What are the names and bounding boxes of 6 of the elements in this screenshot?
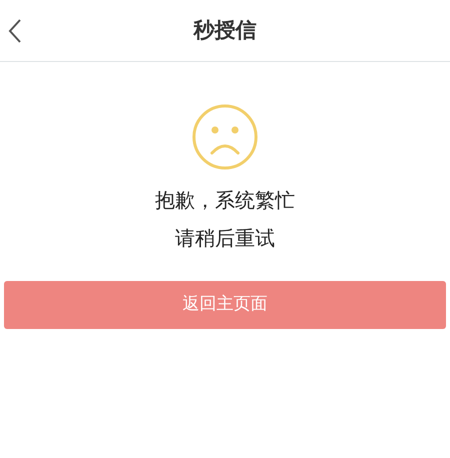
message-text: 抱歉，系统繁忙: [155, 187, 295, 213]
back-icon[interactable]: [8, 18, 22, 44]
page-title: 秒授信: [194, 16, 256, 44]
message-text: 请稍后重试: [175, 225, 275, 251]
sad-face-icon: [191, 103, 259, 171]
return-home-button[interactable]: 返回主页面: [4, 281, 446, 329]
